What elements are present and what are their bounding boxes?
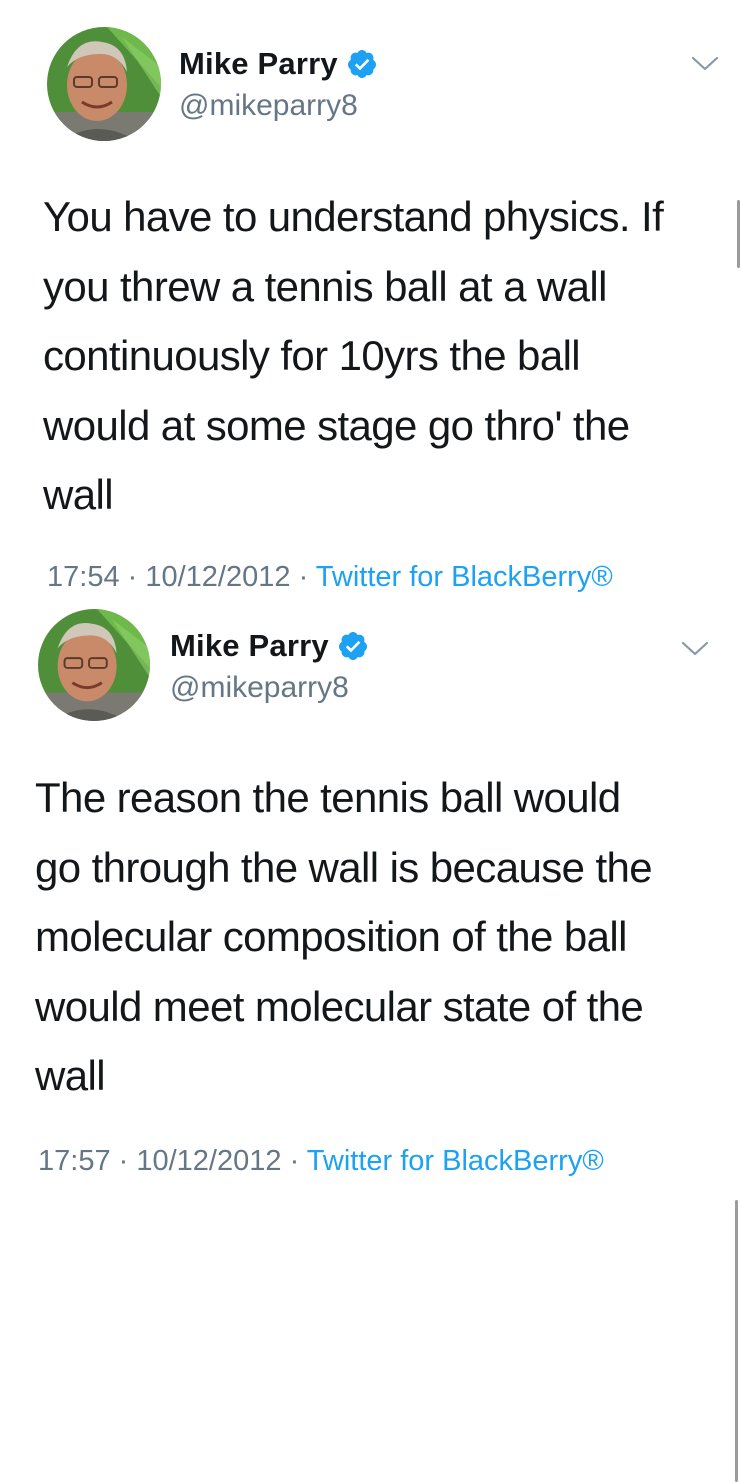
avatar[interactable]	[47, 27, 161, 141]
verified-badge-icon	[337, 630, 369, 662]
tweet-time[interactable]: 17:54	[47, 561, 120, 593]
chevron-down-icon[interactable]	[691, 54, 719, 74]
author-handle[interactable]: @mikeparry8	[170, 671, 349, 705]
tweet-date[interactable]: 10/12/2012	[145, 561, 290, 593]
author-row[interactable]: Mike Parry	[170, 628, 369, 664]
tweet[interactable]: Mike Parry @mikeparry8 You have to under…	[0, 0, 741, 600]
meta-separator: ·	[110, 1145, 137, 1177]
tweet-meta: 17:57 · 10/12/2012 · Twitter for BlackBe…	[38, 1145, 604, 1178]
author-handle[interactable]: @mikeparry8	[179, 89, 358, 123]
tweet-source-link[interactable]: Twitter for BlackBerry®	[316, 561, 613, 593]
scrollbar[interactable]	[737, 200, 740, 268]
meta-separator: ·	[281, 1145, 307, 1177]
avatar[interactable]	[38, 609, 150, 721]
author-row[interactable]: Mike Parry	[179, 46, 378, 82]
tweet[interactable]: Mike Parry @mikeparry8 The reason the te…	[0, 600, 741, 1482]
author-name[interactable]: Mike Parry	[170, 628, 329, 664]
meta-separator: ·	[119, 561, 146, 593]
author-name[interactable]: Mike Parry	[179, 46, 338, 82]
chevron-down-icon[interactable]	[681, 639, 709, 659]
scrollbar[interactable]	[735, 1200, 738, 1482]
tweet-time[interactable]: 17:57	[38, 1145, 111, 1177]
tweet-text: You have to understand physics. If you t…	[43, 193, 664, 518]
tweet-date[interactable]: 10/12/2012	[136, 1145, 281, 1177]
verified-badge-icon	[346, 48, 378, 80]
tweet-meta: 17:54 · 10/12/2012 · Twitter for BlackBe…	[47, 561, 613, 594]
meta-separator: ·	[290, 561, 316, 593]
tweet-text: The reason the tennis ball would go thro…	[35, 774, 653, 1099]
tweet-source-link[interactable]: Twitter for BlackBerry®	[307, 1145, 604, 1177]
